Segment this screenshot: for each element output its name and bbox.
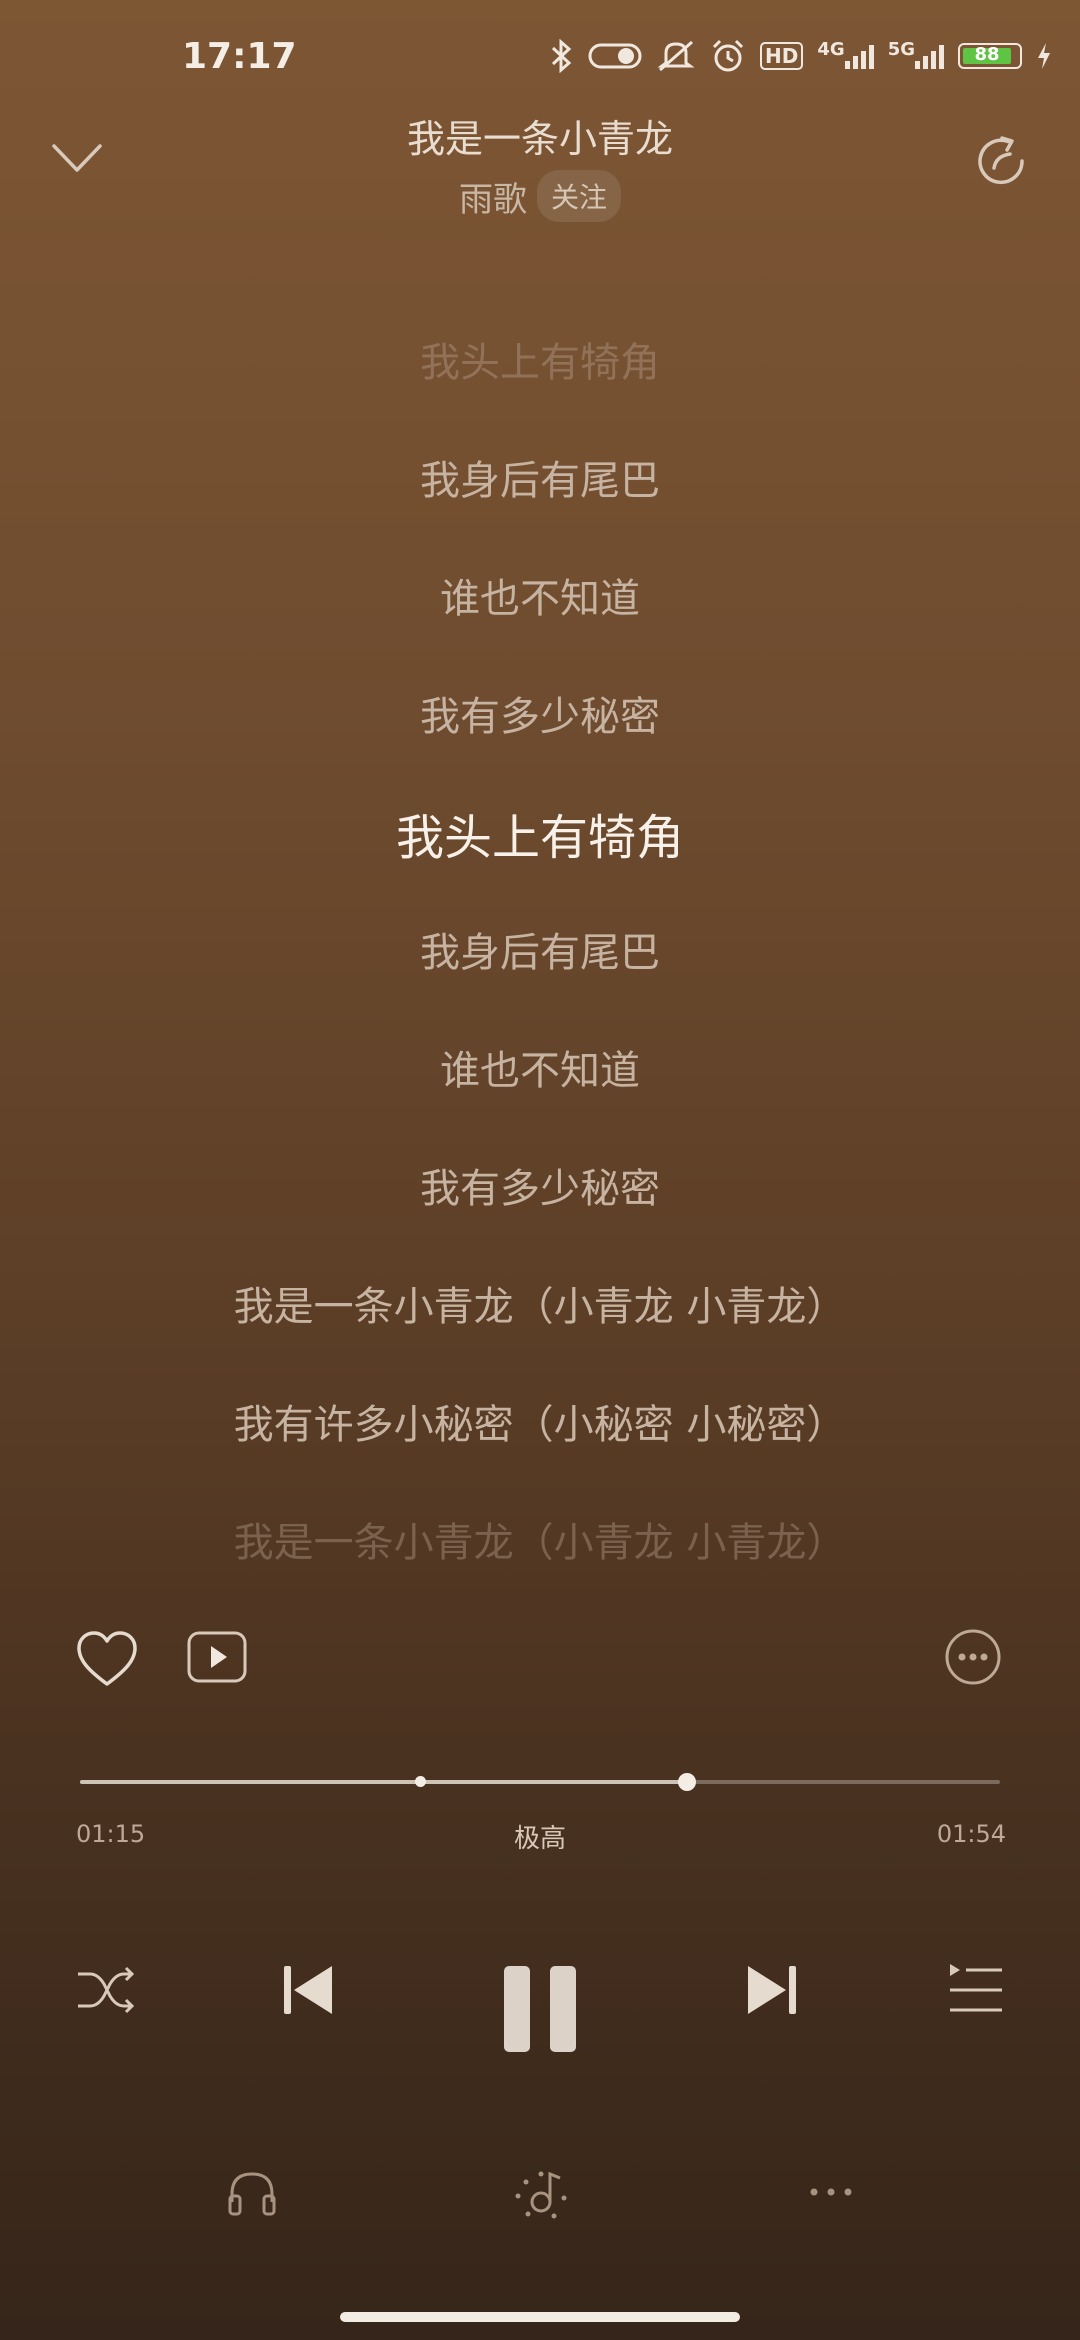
lyric-line[interactable]: 我身后有尾巴 xyxy=(0,920,1080,978)
total-time: 01:54 xyxy=(936,1820,1006,1848)
bluetooth-icon xyxy=(550,39,574,73)
network-label-4g: 4G xyxy=(817,38,845,60)
next-icon[interactable] xyxy=(744,1960,798,2024)
more-circle-icon[interactable] xyxy=(944,1628,1002,1686)
lyric-line[interactable]: 我有多少秘密 xyxy=(0,1156,1080,1214)
hd-badge: HD xyxy=(760,42,804,70)
battery-level: 88 xyxy=(974,44,1000,65)
status-time: 17:17 xyxy=(182,36,297,77)
artist-row: 雨歌 关注 xyxy=(0,170,1080,222)
previous-icon[interactable] xyxy=(282,1960,336,2024)
charging-icon xyxy=(1036,42,1052,70)
alarm-icon xyxy=(710,38,746,74)
signal-bars-icon-2 xyxy=(915,43,944,69)
home-indicator[interactable] xyxy=(340,2312,740,2322)
lyric-line[interactable]: 我是一条小青龙（小青龙 小青龙） xyxy=(0,1274,1080,1332)
shuffle-icon[interactable] xyxy=(74,1960,136,2024)
mute-icon xyxy=(656,39,696,73)
lyric-line[interactable]: 谁也不知道 xyxy=(0,566,1080,624)
progress-thumb[interactable] xyxy=(678,1773,697,1791)
status-icons: HD 4G 5G 88 xyxy=(550,38,1052,74)
network-label-5g: 5G xyxy=(887,38,915,60)
more-dots-icon[interactable] xyxy=(806,2180,856,2208)
song-title: 我是一条小青龙 xyxy=(406,117,673,161)
lyric-line[interactable]: 我身后有尾巴 xyxy=(0,448,1080,506)
pause-icon[interactable] xyxy=(500,1964,580,2058)
highlight-marker[interactable] xyxy=(415,1776,427,1787)
progress-played xyxy=(80,1780,688,1784)
battery-icon: 88 xyxy=(958,43,1022,69)
audio-effect-icon[interactable] xyxy=(512,2168,570,2224)
lyric-line[interactable]: 我有多少秘密 xyxy=(0,684,1080,742)
lyric-line[interactable]: 我是一条小青龙（小青龙 小青龙） xyxy=(0,1510,1080,1568)
heart-icon[interactable] xyxy=(76,1630,138,1688)
toggle-icon xyxy=(588,41,642,71)
quality-label[interactable]: 极高 xyxy=(0,1818,1080,1855)
share-icon[interactable] xyxy=(972,132,1030,190)
playlist-icon[interactable] xyxy=(948,1960,1004,2024)
artist-name[interactable]: 雨歌 xyxy=(459,172,527,221)
lyric-line[interactable]: 我有许多小秘密（小秘密 小秘密） xyxy=(0,1392,1080,1450)
lyric-line[interactable]: 谁也不知道 xyxy=(0,1038,1080,1096)
music-video-icon[interactable] xyxy=(186,1630,248,1684)
current-lyric-line[interactable]: 我头上有犄角 xyxy=(0,798,1080,868)
lyric-line[interactable]: 我头上有犄角 xyxy=(0,330,1080,388)
signal-bars-icon xyxy=(844,43,874,69)
follow-button[interactable]: 关注 xyxy=(536,170,621,222)
headphones-icon[interactable] xyxy=(226,2168,278,2220)
